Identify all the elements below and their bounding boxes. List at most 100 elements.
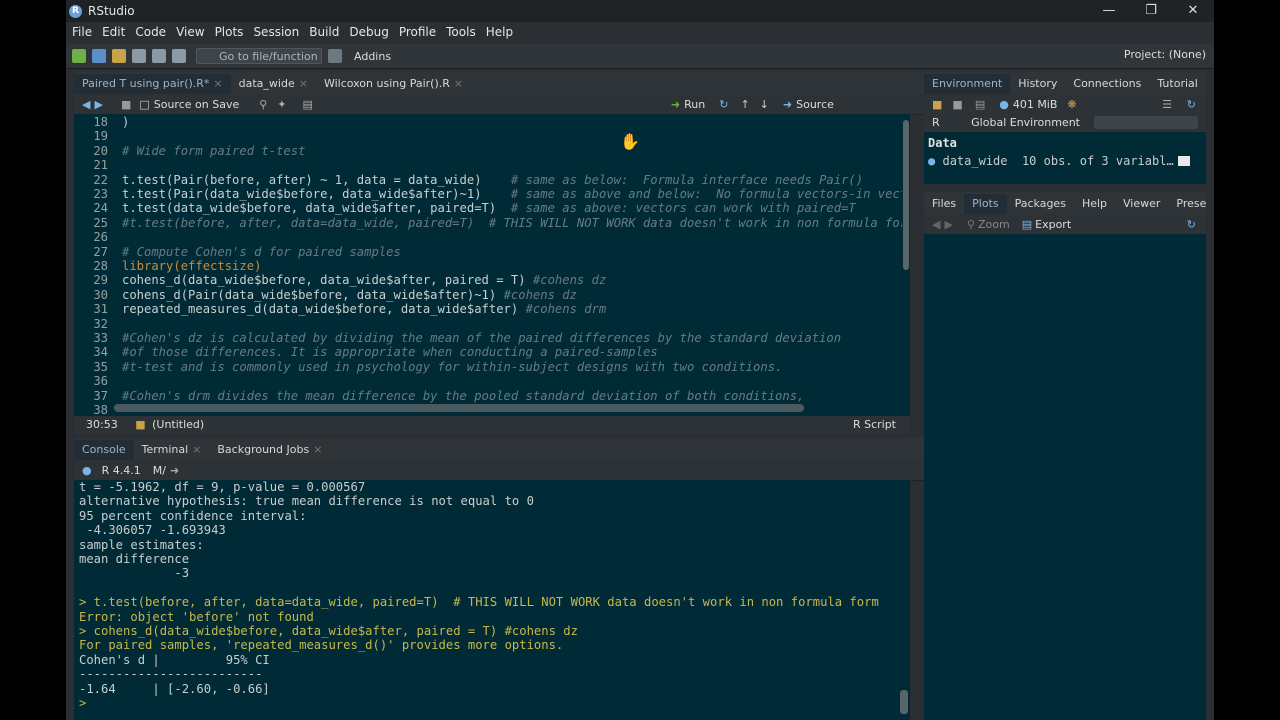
close-tab-icon[interactable]: × [192,443,201,456]
mouse-cursor-icon: ✋ [620,132,640,151]
menu-help[interactable]: Help [486,25,513,39]
rerun-icon[interactable]: ↻ [719,98,728,111]
line-number: 38 [93,403,108,416]
close-icon[interactable]: ✕ [1172,0,1214,22]
addins-menu[interactable]: Addins [354,50,391,63]
up-arrow-icon[interactable]: ↑ [740,98,749,111]
scope-selector[interactable]: (Untitled) [152,418,204,431]
tab-plots[interactable]: Plots [964,194,1007,214]
tab-presentation[interactable]: Prese [1168,194,1214,214]
console-line: ------------------------- [79,667,263,682]
tab-terminal[interactable]: Terminal × [134,440,210,460]
menu-session[interactable]: Session [253,25,299,39]
go-to-file-input[interactable]: Go to file/function [196,48,322,64]
save-file-icon[interactable]: ■ [121,98,131,111]
tab-paired-t[interactable]: Paired T using pair().R* × [74,74,231,94]
import-dataset-icon[interactable]: ▤ [975,98,985,111]
tab-help[interactable]: Help [1074,194,1115,214]
menu-tools[interactable]: Tools [446,25,476,39]
editor-toolbar: ◀ ▶ ■ □ Source on Save ⚲ ✦ ▤ ➜ Run ↻ ↑ ↓… [74,94,982,115]
scroll-thumb[interactable] [903,120,909,270]
menu-code[interactable]: Code [135,25,166,39]
tab-data-wide[interactable]: data_wide × [231,74,316,94]
compile-report-icon[interactable]: ▤ [303,98,313,111]
env-item-data-wide[interactable]: ● data_wide 10 obs. of 3 variabl… [928,154,1174,168]
load-workspace-icon[interactable]: ■ [932,98,942,111]
tab-connections[interactable]: Connections [1065,74,1149,94]
tab-history[interactable]: History [1010,74,1065,94]
save-workspace-icon[interactable]: ■ [952,98,962,111]
tab-packages[interactable]: Packages [1007,194,1074,214]
close-tab-icon[interactable]: × [299,77,308,90]
forward-icon[interactable]: ▶ [94,98,102,111]
tab-wilcoxon[interactable]: Wilcoxon using Pair().R × [316,74,471,94]
source-on-save-checkbox[interactable]: □ [139,98,149,111]
menu-view[interactable]: View [176,25,204,39]
open-folder-icon[interactable] [112,49,126,63]
close-tab-icon[interactable]: × [454,77,463,90]
menu-edit[interactable]: Edit [102,25,125,39]
run-icon[interactable]: ➜ [671,98,680,111]
language-selector[interactable]: R [932,116,940,129]
refresh-plots-icon[interactable]: ↻ [1187,218,1196,231]
new-project-icon[interactable] [92,49,106,63]
zoom-button[interactable]: Zoom [978,218,1010,231]
grid-layout-icon[interactable] [328,49,342,63]
refresh-icon[interactable]: ↻ [1187,98,1196,111]
new-file-icon[interactable] [72,49,86,63]
search-icon[interactable]: ⚲ [259,98,267,111]
working-directory[interactable]: M/ [153,464,166,477]
run-button[interactable]: Run [684,98,705,111]
source-button[interactable]: Source [796,98,834,111]
restore-icon[interactable]: ❐ [1130,0,1172,22]
list-view-icon[interactable]: ☰ [1162,98,1172,111]
tab-background-jobs[interactable]: Background Jobs × [209,440,330,460]
console-line: > [79,696,87,710]
source-icon[interactable]: ➜ [783,98,792,111]
menu-debug[interactable]: Debug [349,25,388,39]
export-icon[interactable]: ▤ [1022,218,1032,231]
goto-dir-icon[interactable]: ➜ [170,464,179,477]
back-icon[interactable]: ◀ [82,98,90,111]
tab-files[interactable]: Files [924,194,964,214]
minimize-icon[interactable]: — [1088,0,1130,22]
menu-file[interactable]: File [72,25,92,39]
wand-icon[interactable]: ✦ [277,98,286,111]
line-number: 37 [93,388,108,403]
editor-vertical-scrollbar[interactable] [902,114,910,416]
tab-tutorial[interactable]: Tutorial [1149,74,1205,94]
console-scroll-thumb[interactable] [900,690,908,714]
prev-plot-icon[interactable]: ◀ [932,218,940,231]
tab-console[interactable]: Console [74,440,134,460]
environment-selector[interactable]: Global Environment [971,116,1080,129]
menu-build[interactable]: Build [309,25,339,39]
code-area[interactable]: 18) 19 20 # Wide form paired t-test 21 22 t.te… [74,114,910,416]
broom-icon[interactable]: ❋ [1067,98,1076,111]
expand-icon[interactable]: ● [928,154,935,168]
line-number: 22 [93,172,108,187]
export-button[interactable]: Export [1035,218,1071,231]
menu-profile[interactable]: Profile [399,25,436,39]
editor-horizontal-scrollbar[interactable] [114,404,804,412]
save-icon[interactable] [132,49,146,63]
save-all-icon[interactable] [152,49,166,63]
tab-viewer[interactable]: Viewer [1115,194,1168,214]
project-menu[interactable]: Project: (None) [1124,48,1206,61]
file-type-selector[interactable]: R Script [853,416,896,434]
console-line: > t.test(before, after, data=data_wide, … [79,595,879,610]
print-icon[interactable] [172,49,186,63]
tab-environment[interactable]: Environment [924,74,1011,94]
line-text: #Cohen's dz is calculated by dividing th… [122,331,842,345]
view-table-icon[interactable] [1178,156,1190,166]
down-arrow-icon[interactable]: ↓ [760,98,769,111]
window-title: RStudio [88,4,135,18]
menu-plots[interactable]: Plots [215,25,244,39]
close-tab-icon[interactable]: × [313,443,322,456]
line-text: # Compute Cohen's d for paired samples [122,244,401,259]
close-tab-icon[interactable]: × [213,77,222,90]
env-search-input[interactable] [1094,116,1198,129]
memory-usage[interactable]: 401 MiB [1013,98,1058,111]
next-plot-icon[interactable]: ▶ [944,218,952,231]
console-output[interactable]: t = -5.1962, df = 9, p-value = 0.000567 a… [74,480,910,720]
zoom-icon[interactable]: ⚲ [967,218,975,231]
